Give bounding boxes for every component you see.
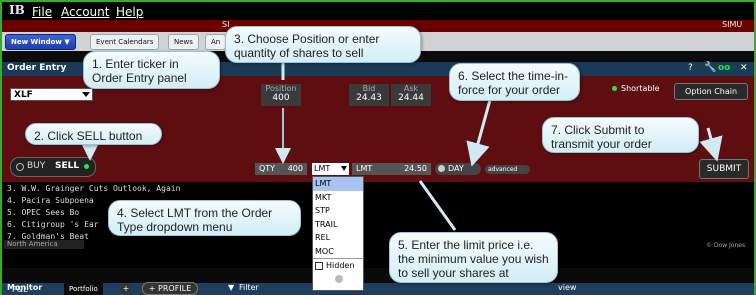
tab-news[interactable]: News: [168, 34, 199, 50]
news-item[interactable]: 4. Pacira Subpoena: [7, 196, 94, 205]
shortable-indicator: Shortable: [612, 84, 660, 93]
order-type-option[interactable]: TRAIL: [313, 218, 363, 232]
limit-price-value: 24.50: [404, 164, 427, 173]
buy-radio-icon: [16, 163, 24, 171]
callout-4: 4. Select LMT from the Order Type dropdo…: [108, 200, 301, 236]
sell-button[interactable]: SELL: [55, 161, 79, 171]
callout-3: 3. Choose Position or enter quantity of …: [225, 26, 421, 63]
profile-button[interactable]: + PROFILE: [142, 282, 198, 295]
hidden-label: Hidden: [326, 261, 355, 270]
hidden-option[interactable]: Hidden: [313, 258, 363, 273]
callout-1: 1. Enter ticker in Order Entry panel: [83, 51, 220, 89]
chevron-down-icon: [335, 275, 343, 283]
status-left: SI: [222, 20, 230, 29]
callout-2: 2. Click SELL button: [25, 123, 162, 145]
callout-6: 6. Select the time-in-force for your ord…: [449, 63, 580, 101]
order-type-option[interactable]: MOC: [313, 245, 363, 259]
buy-button[interactable]: BUY: [27, 161, 45, 171]
shortable-label: Shortable: [621, 84, 660, 93]
quantity-field[interactable]: QTY 400: [255, 163, 307, 175]
news-source: © Dow Jones: [706, 242, 746, 249]
more-options[interactable]: [313, 273, 363, 287]
tab-event-calendars[interactable]: Event Calendars: [90, 34, 160, 50]
advanced-button[interactable]: advanced: [485, 165, 530, 174]
submit-button[interactable]: SUBMIT: [699, 159, 749, 179]
pnl-label: P&L: [12, 285, 28, 294]
menu-help[interactable]: Help: [116, 5, 143, 19]
news-item[interactable]: 5. OPEC Sees Bo: [7, 208, 79, 217]
tif-value: DAY: [448, 164, 464, 173]
qty-label: QTY: [259, 164, 276, 173]
time-in-force-select[interactable]: DAY: [435, 163, 481, 175]
sell-active-dot-icon: [84, 164, 89, 169]
order-entry-title: Order Entry: [7, 63, 67, 73]
link-icon[interactable]: oo: [718, 63, 730, 73]
option-chain-button[interactable]: Option Chain: [674, 83, 748, 100]
ask-value: 24.44: [398, 93, 424, 103]
bid-label: Bid: [362, 84, 376, 93]
pnl-row: [2, 283, 754, 295]
order-type-dropdown: LMT MKT STP TRAIL REL MOC Hidden: [312, 176, 364, 291]
order-type-option[interactable]: MKT: [313, 191, 363, 205]
limit-price-field[interactable]: LMT 24.50: [352, 163, 431, 175]
symbol-input[interactable]: XLF: [10, 88, 93, 101]
menu-bar: IB File Account Help: [2, 2, 754, 20]
wrench-icon[interactable]: 🔧: [704, 62, 716, 73]
clock-icon: [438, 165, 445, 172]
position-box[interactable]: Position 400: [261, 84, 301, 106]
news-region-select[interactable]: North America: [4, 240, 84, 249]
checkbox-icon: [315, 261, 323, 270]
ask-label: Ask: [403, 84, 419, 93]
callout-5: 5. Enter the limit price i.e. the minimu…: [389, 232, 558, 283]
news-item[interactable]: 6. Citigroup 's Ear: [7, 220, 99, 229]
position-label: Position: [265, 84, 297, 93]
order-type-option[interactable]: STP: [313, 204, 363, 218]
ib-logo: IB: [9, 3, 25, 17]
order-type-select[interactable]: LMT: [312, 163, 349, 175]
position-value: 400: [272, 93, 290, 103]
ask-box[interactable]: Ask 24.44: [391, 84, 431, 106]
order-type-option[interactable]: REL: [313, 231, 363, 245]
status-right: SIMU: [722, 20, 743, 29]
limit-label: LMT: [356, 164, 373, 173]
chevron-down-icon: [341, 166, 347, 171]
order-type-option[interactable]: LMT: [313, 177, 363, 191]
bid-box[interactable]: Bid 24.43: [349, 84, 389, 106]
shortable-dot-icon: [612, 86, 617, 91]
news-item[interactable]: 3. W.W. Grainger Cuts Outlook, Again: [7, 184, 180, 193]
close-icon[interactable]: ✕: [740, 63, 748, 73]
buy-sell-toggle[interactable]: BUY SELL: [10, 157, 96, 177]
bid-value: 24.43: [356, 93, 382, 103]
menu-account[interactable]: Account: [61, 5, 109, 19]
tab-an[interactable]: An: [205, 34, 227, 50]
menu-file[interactable]: File: [32, 5, 52, 19]
help-icon[interactable]: ?: [688, 63, 693, 73]
order-type-value: LMT: [314, 164, 331, 173]
symbol-value: XLF: [14, 90, 33, 100]
qty-value: 400: [287, 164, 303, 173]
callout-7: 7. Click Submit to transmit your order: [542, 117, 699, 153]
tab-new-window[interactable]: New Window ▼: [5, 34, 76, 50]
chevron-down-icon: [82, 92, 90, 97]
